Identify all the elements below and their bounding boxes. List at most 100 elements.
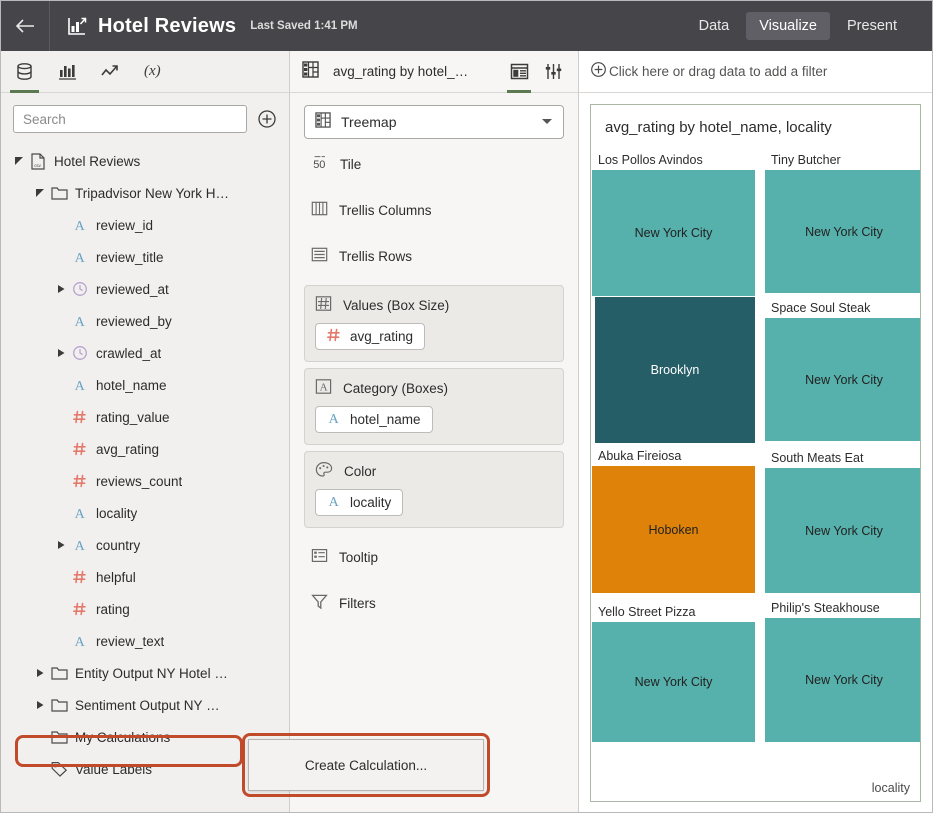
tree-item[interactable]: Tripadvisor New York H…	[1, 177, 289, 209]
back-arrow-icon	[15, 18, 35, 34]
grammar-panel-button[interactable]	[506, 51, 532, 93]
tree-item[interactable]: crawled_at	[1, 337, 289, 369]
shelf-values-box-size[interactable]: Values (Box Size)avg_rating	[304, 285, 564, 362]
treemap-cell[interactable]: Tiny ButcherNew York City	[765, 149, 921, 293]
attribute-icon: A	[69, 313, 91, 329]
filter-bar[interactable]: Click here or drag data to add a filter	[579, 51, 932, 93]
tree-item[interactable]: Sentiment Output NY …	[1, 689, 289, 721]
visualization-frame[interactable]: avg_rating by hotel_name, locality Los P…	[590, 104, 921, 802]
clock-icon	[72, 281, 88, 297]
tree-item[interactable]: reviewed_at	[1, 273, 289, 305]
shelf-category-boxes[interactable]: ACategory (Boxes)Ahotel_name	[304, 368, 564, 445]
tree-item[interactable]: My Calculations	[1, 721, 289, 753]
twisty-closed-icon[interactable]	[32, 668, 48, 678]
plus-circle-icon	[257, 109, 277, 129]
add-dataset-button[interactable]	[257, 109, 277, 129]
twisty-closed-icon[interactable]	[53, 540, 69, 550]
attribute-icon: A	[73, 537, 88, 553]
plus-circle-icon	[590, 61, 607, 83]
back-button[interactable]	[1, 1, 49, 51]
treemap-cell[interactable]: Los Pollos AvindosNew York City	[592, 149, 755, 296]
attribute-icon: A	[327, 493, 342, 512]
tree-item[interactable]: Entity Output NY Hotel …	[1, 657, 289, 689]
treemap-cell-value[interactable]: Brooklyn	[595, 297, 755, 443]
shelf-tooltip[interactable]: Tooltip	[304, 534, 564, 580]
chevron-down-icon	[541, 113, 553, 131]
twisty-closed-icon[interactable]	[32, 700, 48, 710]
shelf-trellis-columns[interactable]: Trellis Columns	[304, 187, 564, 233]
tree-item[interactable]: rating	[1, 593, 289, 625]
shelf-filters[interactable]: Filters	[304, 580, 564, 626]
search-box[interactable]	[13, 105, 247, 133]
treemap-cell[interactable]: Space Soul SteakNew York City	[765, 297, 921, 441]
tree-item[interactable]: Alocality	[1, 497, 289, 529]
viz-type-select[interactable]: Treemap	[304, 105, 564, 139]
treemap-cell-value[interactable]: New York City	[765, 318, 921, 441]
treemap-cell-label: Philip's Steakhouse	[765, 597, 921, 618]
treemap-cell[interactable]: Brooklyn	[595, 297, 755, 443]
folder-icon	[51, 666, 68, 681]
measure-icon	[69, 441, 91, 457]
shelf-color[interactable]: ColorAlocality	[304, 451, 564, 528]
treemap-cell-value[interactable]: New York City	[592, 170, 755, 296]
tree-item-label: review_title	[96, 250, 164, 265]
tree-item[interactable]: csvHotel Reviews	[1, 145, 289, 177]
tree-item[interactable]: Areview_id	[1, 209, 289, 241]
svg-text:50: 50	[313, 159, 325, 171]
calculations-tab[interactable]: (x)	[144, 51, 161, 93]
analytics-tab[interactable]	[101, 51, 120, 93]
tree-item[interactable]: Areview_text	[1, 625, 289, 657]
data-tab[interactable]	[15, 51, 34, 93]
tree-item[interactable]: Areviewed_by	[1, 305, 289, 337]
twisty-open-icon[interactable]	[32, 188, 48, 198]
visualizations-tab[interactable]	[58, 51, 77, 93]
twisty-closed-icon[interactable]	[53, 284, 69, 294]
treemap-cell-value[interactable]: Hoboken	[592, 466, 755, 593]
rows-icon	[311, 246, 328, 266]
treemap-cell[interactable]: Yello Street PizzaNew York City	[592, 601, 755, 742]
tree-item[interactable]: Ahotel_name	[1, 369, 289, 401]
svg-text:A: A	[74, 251, 85, 265]
grammar-panel: avg_rating by hotel_…	[290, 51, 579, 812]
treemap-cell-value[interactable]: New York City	[592, 622, 755, 742]
tree-item[interactable]: Acountry	[1, 529, 289, 561]
properties-button[interactable]	[540, 51, 566, 93]
database-icon	[15, 62, 34, 81]
treemap-cell-value[interactable]: New York City	[765, 170, 921, 293]
tree-item-label: reviewed_at	[96, 282, 169, 297]
shelf-tile[interactable]: 50Tile	[304, 141, 564, 187]
tree-item[interactable]: rating_value	[1, 401, 289, 433]
twisty-open-icon[interactable]	[11, 156, 27, 166]
treemap-cell[interactable]: South Meats EatNew York City	[765, 447, 921, 593]
treemap-cell-value[interactable]: New York City	[765, 618, 921, 742]
top-bar-divider	[49, 1, 50, 51]
mode-present[interactable]: Present	[834, 12, 910, 40]
folder-icon	[51, 698, 68, 713]
create-calculation-menu-item[interactable]: Create Calculation...	[248, 739, 484, 791]
field-chip[interactable]: Ahotel_name	[315, 406, 433, 433]
measure-icon	[73, 441, 88, 457]
mode-visualize[interactable]: Visualize	[746, 12, 830, 40]
treemap-cell[interactable]: Philip's SteakhouseNew York City	[765, 597, 921, 742]
search-input[interactable]	[23, 112, 237, 127]
treemap-cell-value[interactable]: New York City	[765, 468, 921, 593]
treemap[interactable]: Los Pollos AvindosNew York CityBrooklynA…	[591, 149, 921, 749]
tree-item[interactable]: helpful	[1, 561, 289, 593]
tree-item[interactable]: Areview_title	[1, 241, 289, 273]
field-chip[interactable]: avg_rating	[315, 323, 425, 350]
treemap-cell[interactable]: Abuka FireiosaHoboken	[592, 445, 755, 593]
tree-item[interactable]: Value Labels	[1, 753, 289, 785]
tree-item[interactable]: reviews_count	[1, 465, 289, 497]
folder-icon	[51, 186, 68, 201]
svg-text:A: A	[74, 539, 85, 553]
field-chip[interactable]: Alocality	[315, 489, 403, 516]
twisty-closed-icon[interactable]	[53, 348, 69, 358]
treemap-cell-label: Abuka Fireiosa	[592, 445, 755, 466]
measure-grid-icon	[315, 295, 332, 315]
shelf-trellis-rows[interactable]: Trellis Rows	[304, 233, 564, 279]
mode-data[interactable]: Data	[686, 12, 743, 40]
funnel-icon	[311, 593, 328, 610]
measure-icon	[69, 409, 91, 425]
visualization-name: avg_rating by hotel_…	[333, 64, 498, 79]
tree-item[interactable]: avg_rating	[1, 433, 289, 465]
